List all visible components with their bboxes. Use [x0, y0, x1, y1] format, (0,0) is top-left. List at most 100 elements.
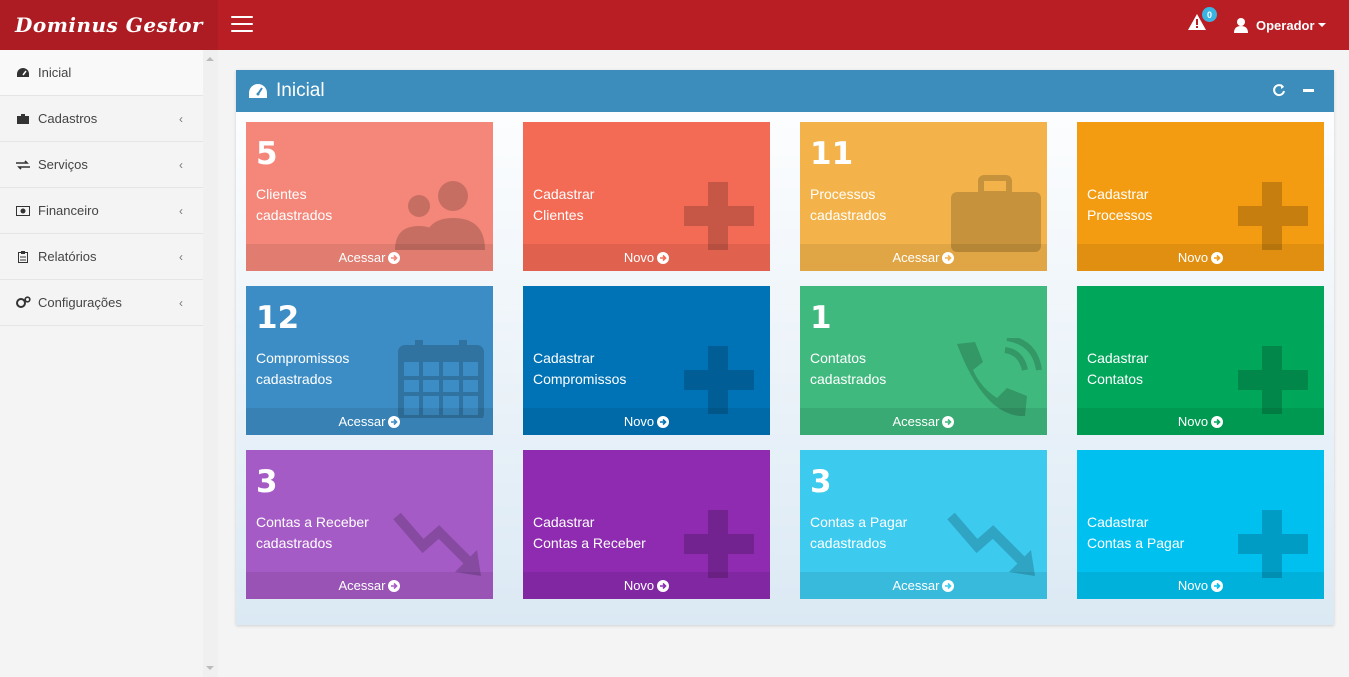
tile-label-line2: Contas a Pagar — [1087, 535, 1185, 551]
exchange-icon — [15, 158, 31, 172]
tile-label-line1: Cadastrar — [1087, 514, 1149, 530]
sidebar-toggle-icon[interactable] — [231, 16, 253, 34]
tile-label-line2: cadastrados — [256, 207, 333, 223]
dashboard-tile[interactable]: Cadastrar Compromissos Novo — [523, 286, 770, 435]
tile-count: 12 — [256, 300, 300, 336]
chevron-left-icon: ‹ — [179, 158, 183, 172]
tile-label-line2: Contatos — [1087, 371, 1144, 387]
tile-new-link[interactable]: Novo — [523, 244, 770, 271]
tile-label-line1: Contas a Pagar — [810, 514, 908, 530]
tile-footer-label: Novo — [1177, 578, 1209, 593]
dashboard-tile[interactable]: 3 Contas a Receber cadastrados Acessar — [246, 450, 493, 599]
briefcase-icon — [15, 112, 31, 126]
tile-count: 1 — [810, 300, 832, 336]
dashboard-tile[interactable]: 11 Processos cadastrados Acessar — [800, 122, 1047, 271]
chevron-down-icon — [1317, 23, 1326, 27]
scroll-down-icon[interactable] — [206, 666, 214, 670]
alert-count-badge: 0 — [1202, 7, 1217, 22]
scroll-up-icon[interactable] — [206, 57, 214, 61]
arrow-circle-right-icon — [1211, 579, 1224, 592]
tile-access-link[interactable]: Acessar — [246, 572, 493, 599]
tile-access-link[interactable]: Acessar — [800, 244, 1047, 271]
arrow-circle-right-icon — [942, 415, 955, 428]
chevron-left-icon: ‹ — [179, 112, 183, 126]
tile-label-line2: cadastrados — [810, 371, 887, 387]
alerts-button[interactable]: 0 — [1188, 7, 1217, 34]
sidebar-item-configuracoes[interactable]: Configurações ‹ — [0, 280, 203, 326]
tile-label-line2: Contas a Receber — [533, 535, 646, 551]
cogs-icon — [15, 296, 31, 310]
top-navbar: Dominus Gestor 0 Operador — [0, 0, 1349, 50]
arrow-circle-right-icon — [657, 251, 670, 264]
tile-label: Clientes cadastrados — [256, 184, 426, 226]
chevron-left-icon: ‹ — [179, 204, 183, 218]
chevron-left-icon: ‹ — [179, 296, 183, 310]
dashboard-tile[interactable]: 1 Contatos cadastrados Acessar — [800, 286, 1047, 435]
tile-new-link[interactable]: Novo — [1077, 244, 1324, 271]
refresh-icon[interactable] — [1272, 83, 1286, 97]
arrow-circle-right-icon — [388, 579, 401, 592]
tile-label-line2: cadastrados — [256, 371, 333, 387]
user-menu[interactable]: Operador — [1233, 15, 1326, 35]
sidebar-item-label: Inicial — [38, 65, 72, 80]
tile-label: Processos cadastrados — [810, 184, 980, 226]
tile-label: Cadastrar Processos — [1087, 184, 1257, 226]
tile-footer-label: Acessar — [892, 250, 940, 265]
tile-label: Contas a Pagar cadastrados — [810, 512, 980, 554]
sidebar-item-financeiro[interactable]: Financeiro ‹ — [0, 188, 203, 234]
tile-access-link[interactable]: Acessar — [800, 408, 1047, 435]
tile-new-link[interactable]: Novo — [523, 572, 770, 599]
dashboard-icon — [249, 84, 267, 98]
tile-new-link[interactable]: Novo — [523, 408, 770, 435]
tile-label: Cadastrar Clientes — [533, 184, 703, 226]
sidebar-item-label: Relatórios — [38, 249, 97, 264]
tile-label-line1: Cadastrar — [533, 514, 595, 530]
tile-label-line1: Cadastrar — [1087, 186, 1149, 202]
sidebar-item-relatorios[interactable]: Relatórios ‹ — [0, 234, 203, 280]
arrow-circle-right-icon — [942, 579, 955, 592]
dashboard-tile[interactable]: Cadastrar Clientes Novo — [523, 122, 770, 271]
tile-count: 5 — [256, 136, 278, 172]
tile-label-line2: cadastrados — [810, 535, 887, 551]
tile-footer-label: Acessar — [338, 250, 386, 265]
tile-label: Contatos cadastrados — [810, 348, 980, 390]
tile-new-link[interactable]: Novo — [1077, 572, 1324, 599]
minimize-icon[interactable] — [1302, 83, 1316, 97]
tile-access-link[interactable]: Acessar — [800, 572, 1047, 599]
dashboard-tile[interactable]: Cadastrar Processos Novo — [1077, 122, 1324, 271]
sidebar-item-label: Cadastros — [38, 111, 98, 126]
tile-access-link[interactable]: Acessar — [246, 244, 493, 271]
arrow-circle-right-icon — [657, 579, 670, 592]
app-logo[interactable]: Dominus Gestor — [0, 0, 218, 50]
sidebar-item-label: Serviços — [38, 157, 88, 172]
sidebar-item-cadastros[interactable]: Cadastros ‹ — [0, 96, 203, 142]
dashboard-tile[interactable]: 12 Compromissos cadastrados Acessar — [246, 286, 493, 435]
dashboard-tile[interactable]: Cadastrar Contas a Pagar Novo — [1077, 450, 1324, 599]
dashboard-tile[interactable]: 5 Clientes cadastrados Acessar — [246, 122, 493, 271]
arrow-circle-right-icon — [1211, 415, 1224, 428]
arrow-circle-right-icon — [942, 251, 955, 264]
user-name: Operador — [1256, 17, 1315, 33]
tile-label-line2: cadastrados — [810, 207, 887, 223]
tile-footer-label: Novo — [623, 578, 655, 593]
tile-label-line1: Compromissos — [256, 350, 350, 366]
sidebar-item-label: Configurações — [38, 295, 122, 310]
sidebar-item-servicos[interactable]: Serviços ‹ — [0, 142, 203, 188]
sidebar-item-inicial[interactable]: Inicial — [0, 50, 203, 96]
tile-footer-label: Acessar — [338, 414, 386, 429]
sidebar: Inicial Cadastros ‹ Serviços ‹ Financeir… — [0, 50, 218, 677]
tile-label-line1: Clientes — [256, 186, 307, 202]
dashboard-tile[interactable]: Cadastrar Contas a Receber Novo — [523, 450, 770, 599]
dashboard-tile[interactable]: 3 Contas a Pagar cadastrados Acessar — [800, 450, 1047, 599]
tile-label: Cadastrar Compromissos — [533, 348, 703, 390]
tile-count: 3 — [810, 464, 832, 500]
tile-footer-label: Acessar — [892, 578, 940, 593]
dashboard-tile[interactable]: Cadastrar Contatos Novo — [1077, 286, 1324, 435]
tile-access-link[interactable]: Acessar — [246, 408, 493, 435]
tile-footer-label: Acessar — [892, 414, 940, 429]
sidebar-scrollbar[interactable] — [203, 50, 218, 677]
tile-new-link[interactable]: Novo — [1077, 408, 1324, 435]
tile-footer-label: Novo — [1177, 250, 1209, 265]
tile-label-line1: Cadastrar — [533, 186, 595, 202]
tile-count: 11 — [810, 136, 854, 172]
